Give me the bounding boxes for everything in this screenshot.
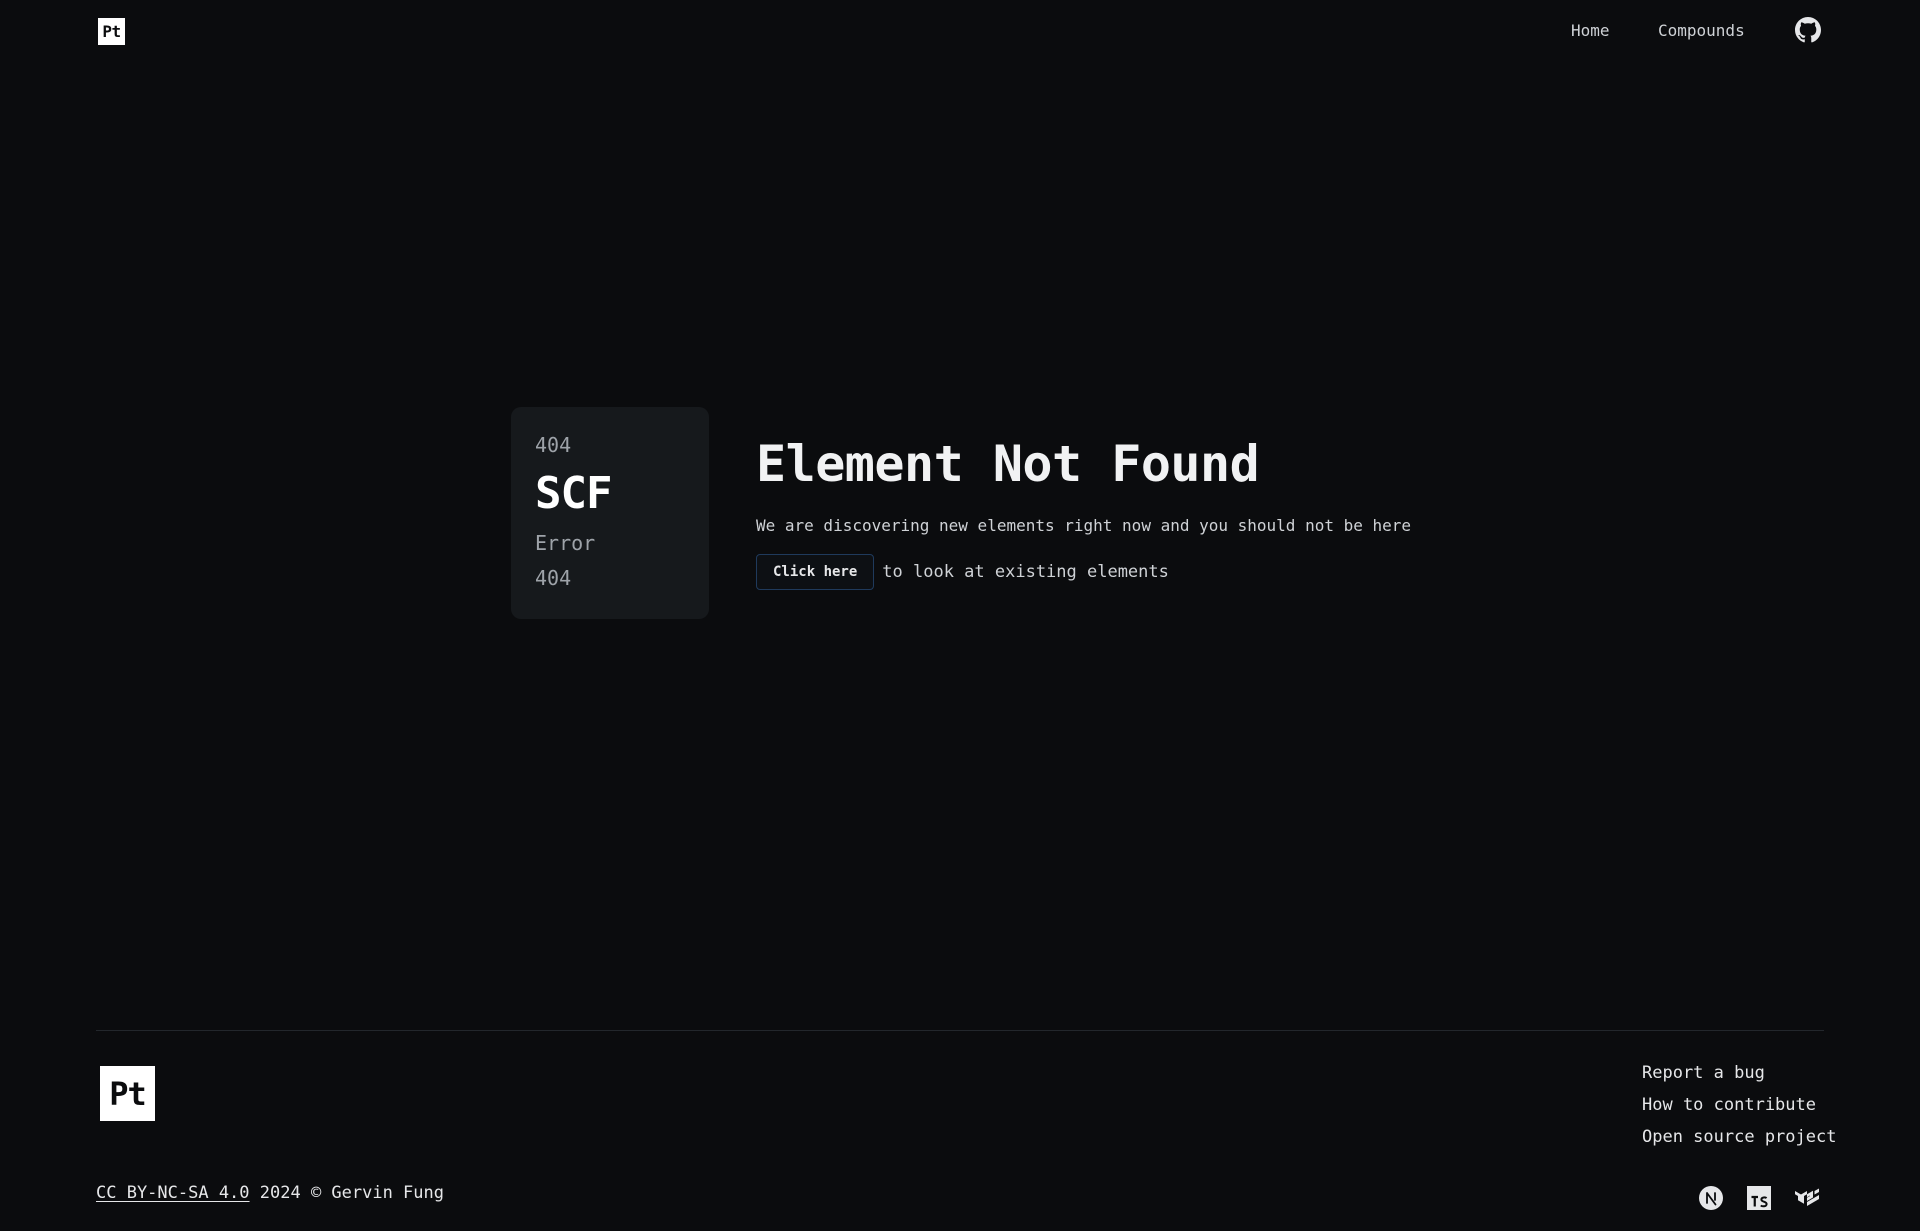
- nav-item-home[interactable]: Home: [1571, 18, 1610, 42]
- nav-home-link[interactable]: Home: [1571, 21, 1610, 40]
- site-logo[interactable]: Pt: [98, 18, 125, 45]
- footer-logo-text: Pt: [109, 1074, 147, 1113]
- typescript-icon[interactable]: [1746, 1185, 1772, 1211]
- site-logo-text: Pt: [102, 22, 121, 41]
- element-atomic-number: 404: [535, 433, 572, 457]
- nextjs-icon[interactable]: [1698, 1185, 1724, 1211]
- license-link[interactable]: CC BY-NC-SA 4.0: [96, 1183, 250, 1203]
- nav-compounds-link[interactable]: Compounds: [1658, 21, 1745, 40]
- page-subtitle: We are discovering new elements right no…: [756, 516, 1412, 535]
- top-navbar: Pt Home Compounds: [0, 0, 1920, 60]
- element-mass: 404: [535, 566, 572, 590]
- footer-logo[interactable]: Pt: [100, 1066, 155, 1121]
- copyright: CC BY-NC-SA 4.0 2024 © Gervin Fung: [96, 1183, 444, 1203]
- open-source-link[interactable]: Open source project: [1642, 1126, 1836, 1158]
- github-icon[interactable]: [1795, 17, 1821, 43]
- footer-links: Report a bug How to contribute Open sour…: [1642, 1062, 1836, 1158]
- contribute-link[interactable]: How to contribute: [1642, 1094, 1836, 1126]
- cta-suffix-text: to look at existing elements: [882, 562, 1169, 582]
- element-symbol: SCF: [535, 468, 612, 519]
- element-name: Error: [535, 531, 596, 555]
- element-card: 404 SCF Error 404: [511, 407, 709, 619]
- page-title: Element Not Found: [756, 435, 1260, 493]
- copyright-text: 2024 © Gervin Fung: [249, 1183, 444, 1203]
- report-bug-link[interactable]: Report a bug: [1642, 1062, 1836, 1094]
- footer-divider: [96, 1030, 1824, 1031]
- mui-icon[interactable]: [1794, 1185, 1820, 1211]
- nav-item-compounds[interactable]: Compounds: [1658, 18, 1745, 42]
- cta-row: Click here to look at existing elements: [756, 554, 1169, 590]
- tech-icons: [1698, 1185, 1820, 1211]
- click-here-button[interactable]: Click here: [756, 554, 875, 590]
